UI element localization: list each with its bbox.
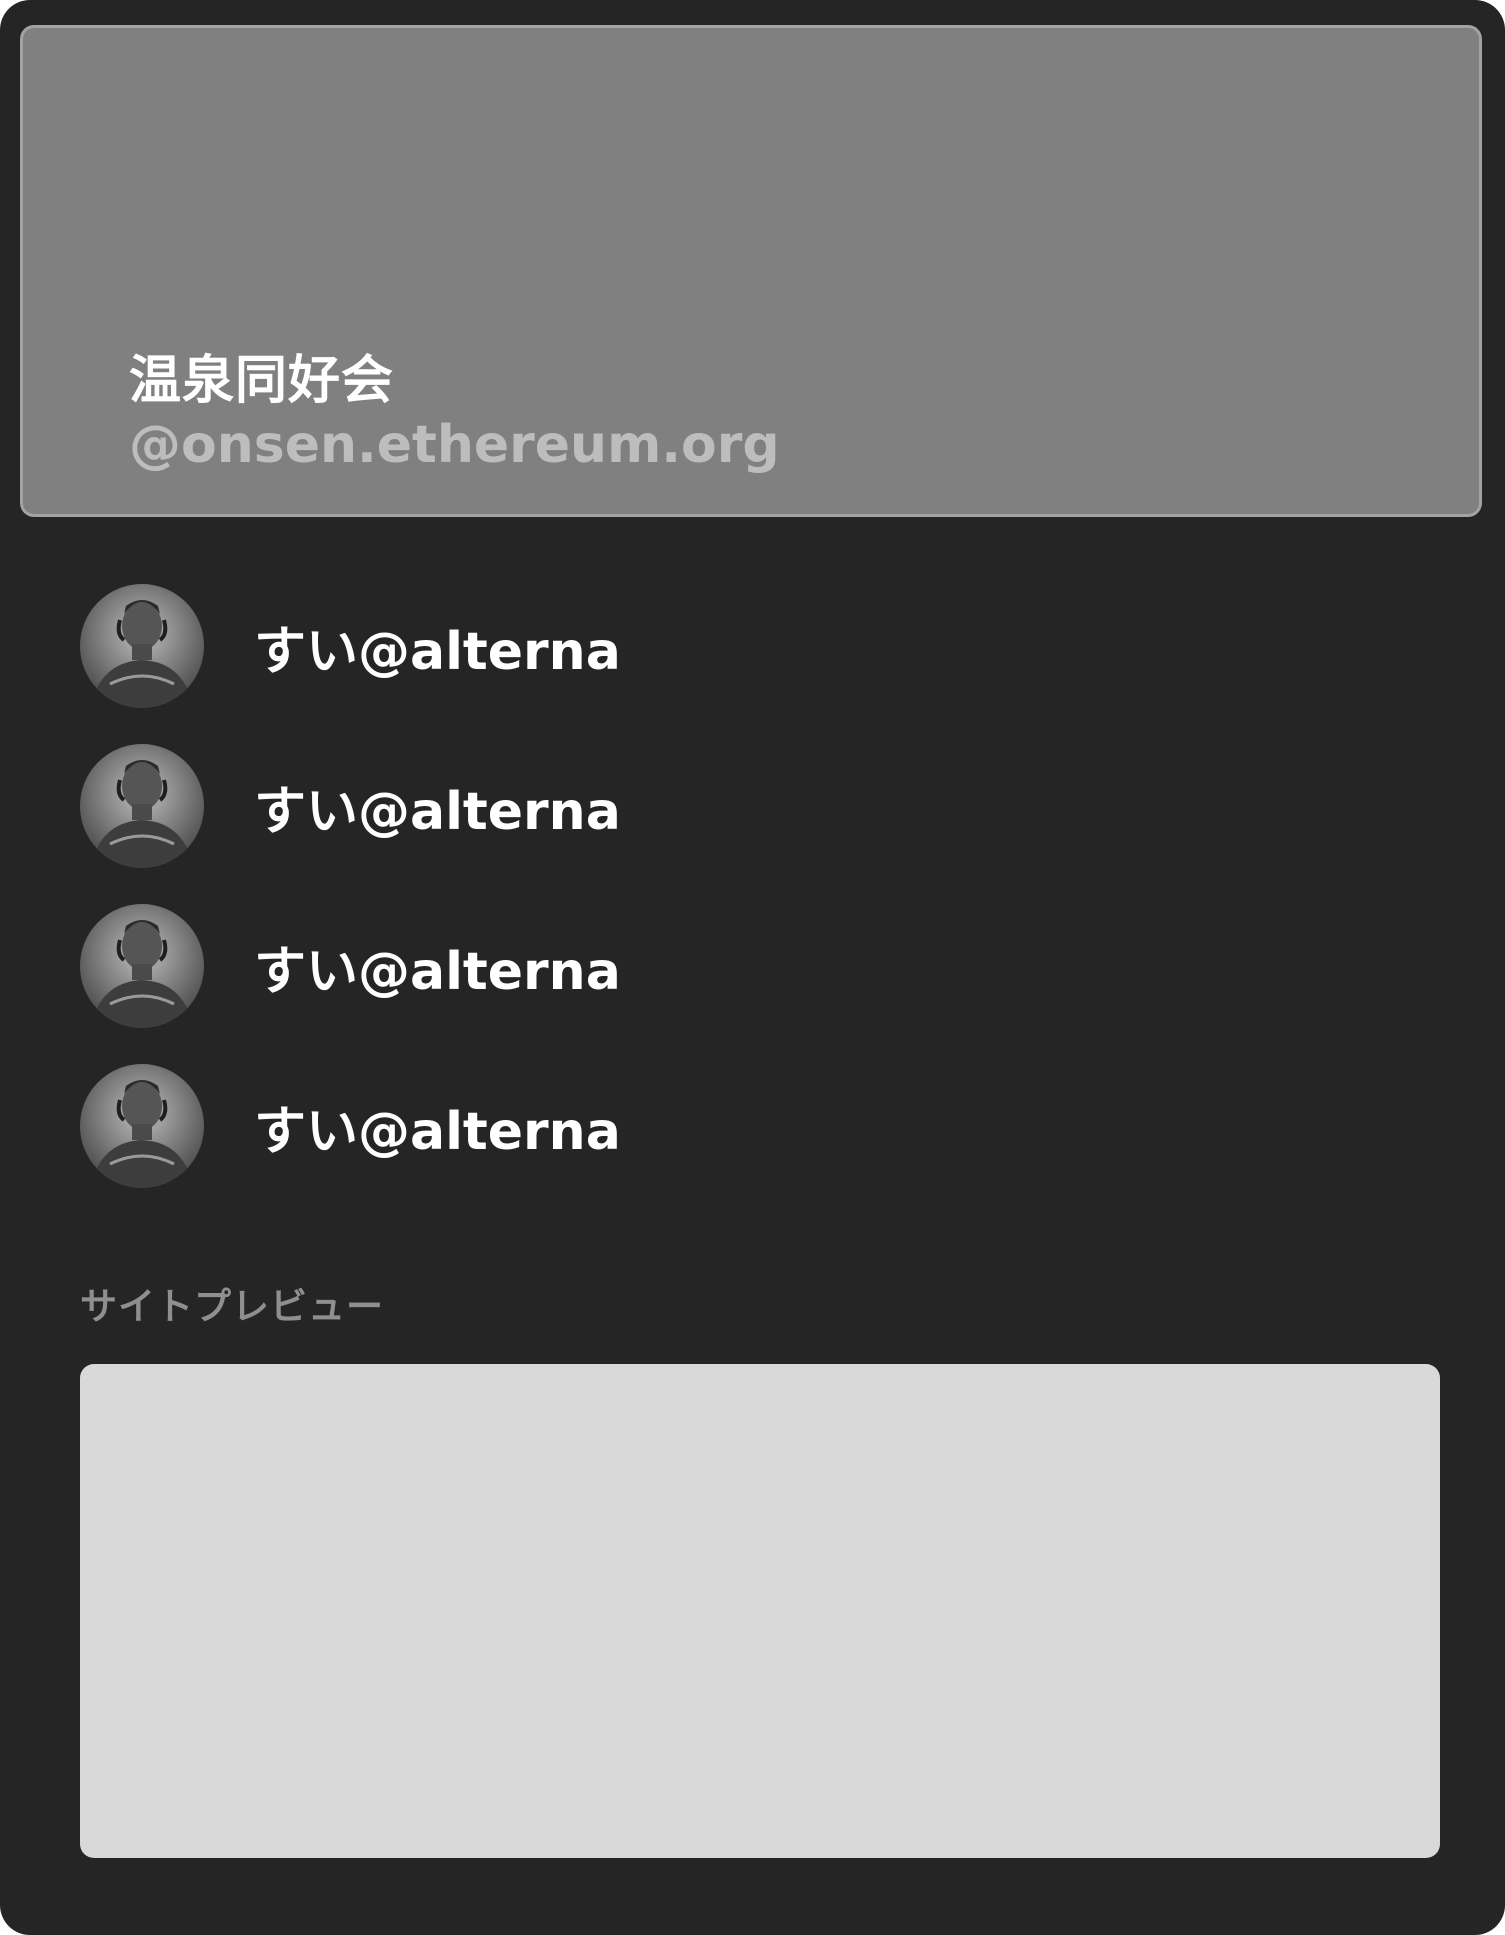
statue-avatar-icon (80, 744, 204, 868)
statue-avatar-icon (80, 584, 204, 708)
statue-avatar-icon (80, 1064, 204, 1188)
group-header-card[interactable]: 温泉同好会 @onsen.ethereum.org (20, 25, 1482, 517)
group-handle: @onsen.ethereum.org (129, 415, 780, 475)
member-item[interactable]: すい@alterna (80, 584, 621, 708)
member-name: すい@alterna (254, 1101, 621, 1162)
member-item[interactable]: すい@alterna (80, 904, 621, 1028)
group-name: 温泉同好会 (129, 351, 395, 411)
member-name: すい@alterna (254, 781, 621, 842)
statue-avatar-icon (80, 904, 204, 1028)
member-avatar (80, 744, 204, 868)
member-avatar (80, 904, 204, 1028)
group-panel: 温泉同好会 @onsen.ethereum.org すい@alterna すい@… (0, 0, 1505, 1935)
site-preview-box[interactable] (80, 1364, 1440, 1858)
site-preview-label: サイトプレビュー (80, 1285, 384, 1328)
member-item[interactable]: すい@alterna (80, 1064, 621, 1188)
member-item[interactable]: すい@alterna (80, 744, 621, 868)
member-list: すい@alterna すい@alterna すい@alterna すい@alte… (80, 584, 621, 1224)
member-name: すい@alterna (254, 621, 621, 682)
member-avatar (80, 1064, 204, 1188)
member-avatar (80, 584, 204, 708)
member-name: すい@alterna (254, 941, 621, 1002)
